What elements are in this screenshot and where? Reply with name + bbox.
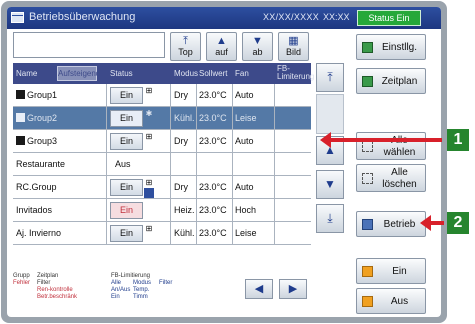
scroll-left-icon[interactable]: ◀: [245, 279, 273, 299]
calendar-icon: [362, 76, 373, 87]
column-divider: [170, 84, 171, 245]
image-button[interactable]: ▦ Bild: [278, 32, 309, 61]
fan-icon: ✱: [145, 109, 153, 118]
time-display: XX:XX: [323, 12, 350, 22]
up-button[interactable]: ▲ auf: [206, 32, 237, 61]
status-button[interactable]: Ein: [110, 133, 143, 150]
lock-icon: ⊞: [145, 86, 153, 95]
group-icon: [16, 113, 25, 122]
column-divider: [232, 84, 233, 245]
table-row[interactable]: Group3 Ein ⊞ Dry 23.0°C Auto: [13, 130, 311, 153]
col-name: Name: [16, 69, 38, 78]
window-title: Betriebsüberwachung: [29, 11, 136, 23]
group-table: Name Aufsteigend Status Modus Sollwert F…: [13, 63, 315, 245]
status-badge[interactable]: Status Ein: [357, 10, 421, 26]
status-text: Aus: [115, 159, 131, 169]
on-button[interactable]: Ein: [356, 258, 426, 284]
blue-marker-icon: [144, 188, 154, 198]
on-icon: [362, 266, 373, 277]
select-all-icon: [362, 141, 373, 152]
table-row[interactable]: RC.Group Ein ⊞ Dry 23.0°C Auto: [13, 176, 311, 199]
table-header: Name Aufsteigend Status Modus Sollwert F…: [13, 63, 315, 84]
screen: Betriebsüberwachung XX/XX/XXXX XX:XX Sta…: [7, 7, 441, 317]
off-icon: [362, 296, 373, 307]
select-all-button[interactable]: Alle wählen: [356, 132, 426, 160]
schedule-button[interactable]: Zeitplan: [356, 68, 426, 94]
sort-button[interactable]: Aufsteigend: [57, 66, 100, 81]
callout-2-line: [430, 221, 444, 225]
status-button[interactable]: Ein: [110, 87, 143, 104]
operation-button[interactable]: Betrieb: [356, 211, 426, 237]
status-button[interactable]: Ein: [110, 179, 143, 196]
table-row[interactable]: Group1 Ein ⊞ Dry 23.0°C Auto: [13, 84, 311, 107]
callout-1-line: [330, 138, 442, 142]
callout-2-badge: 2: [447, 212, 469, 234]
arrow-down-icon: ▼: [252, 35, 263, 47]
arrow-top-icon: ⤒: [183, 35, 188, 47]
status-button[interactable]: Ein: [110, 202, 143, 219]
lock-icon: ⊞: [145, 132, 153, 141]
col-mode: Modus: [174, 69, 199, 78]
date-display: XX/XX/XXXX: [263, 12, 320, 22]
scroll-top-icon[interactable]: ⤒: [316, 63, 344, 92]
table-row[interactable]: Restaurante Aus: [13, 153, 311, 176]
table-row[interactable]: Aj. Invierno Ein ⊞ Kühl. 23.0°C Leise: [13, 222, 311, 245]
col-fan: Fan: [235, 69, 249, 78]
operation-icon: [362, 219, 373, 230]
window-icon: [11, 12, 24, 23]
down-button[interactable]: ▼ ab: [242, 32, 273, 61]
callout-2-arrow-icon: [420, 215, 431, 231]
group-icon: [16, 136, 25, 145]
name-entry-field[interactable]: [13, 32, 165, 58]
column-divider: [196, 84, 197, 245]
scroll-right-icon[interactable]: ▶: [279, 279, 307, 299]
scroll-bottom-icon[interactable]: ⤓: [316, 204, 344, 233]
status-button[interactable]: Ein: [110, 110, 143, 127]
col-fb: FB-Limiterung: [277, 64, 315, 81]
arrow-up-icon: ▲: [216, 35, 227, 47]
settings-icon: [362, 42, 373, 53]
column-divider: [106, 84, 107, 245]
callout-1-arrow-icon: [320, 132, 331, 148]
title-bar: Betriebsüberwachung XX/XX/XXXX XX:XX Sta…: [7, 7, 441, 29]
callout-1-badge: 1: [447, 129, 469, 151]
off-button[interactable]: Aus: [356, 288, 426, 314]
top-button[interactable]: ⤒ Top: [170, 32, 201, 61]
lock-icon: ⊞: [145, 224, 153, 233]
settings-button[interactable]: Einstllg.: [356, 34, 426, 60]
lock-icon: ⊞: [145, 178, 153, 187]
device-frame: Betriebsüberwachung XX/XX/XXXX XX:XX Sta…: [1, 1, 447, 323]
clear-all-button[interactable]: Alle löschen: [356, 164, 426, 192]
group-icon: [16, 90, 25, 99]
table-row[interactable]: Group2 Ein ✱ Kühl. 23.0°C Leise: [13, 107, 311, 130]
col-setpoint: Sollwert: [199, 69, 228, 78]
scroll-down-icon[interactable]: ▼: [316, 170, 344, 199]
col-status: Status: [110, 69, 133, 78]
scroll-track[interactable]: [316, 94, 344, 134]
table-row[interactable]: Invitados Ein Heiz. 23.0°C Hoch: [13, 199, 311, 222]
clear-all-icon: [362, 173, 373, 184]
column-divider: [274, 84, 275, 245]
status-button[interactable]: Ein: [110, 225, 143, 242]
grid-icon: ▦: [288, 35, 299, 47]
